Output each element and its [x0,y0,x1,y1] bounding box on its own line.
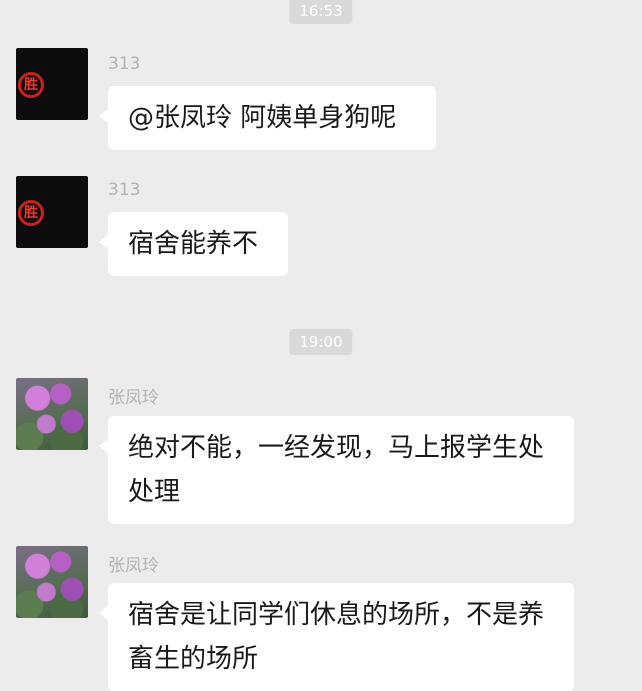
seal-avatar[interactable]: 胜 [16,48,88,120]
message-bubble[interactable]: 宿舍是让同学们休息的场所，不是养畜生的场所 [99,583,574,691]
message-bubble[interactable]: 宿舍能养不 [99,212,288,276]
message-bubble[interactable]: 绝对不能，一经发现，马上报学生处处理 [99,416,574,524]
flower-avatar[interactable] [16,546,88,618]
flower-avatar[interactable] [16,378,88,450]
seal-avatar[interactable]: 胜 [16,176,88,248]
sender-name: 313 [108,180,141,200]
seal-icon: 胜 [18,72,44,98]
sender-name: 张凤玲 [108,388,159,408]
timestamp: 16:53 [289,0,353,24]
timestamp: 19:00 [289,329,353,355]
sender-name: 313 [108,54,141,74]
sender-name: 张凤玲 [108,556,159,576]
seal-icon: 胜 [18,200,44,226]
chat-window: 16:53 胜 313 @张凤玲 阿姨单身狗呢 胜 313 宿舍能养不 19:0… [0,0,642,691]
message-bubble[interactable]: @张凤玲 阿姨单身狗呢 [99,86,436,150]
